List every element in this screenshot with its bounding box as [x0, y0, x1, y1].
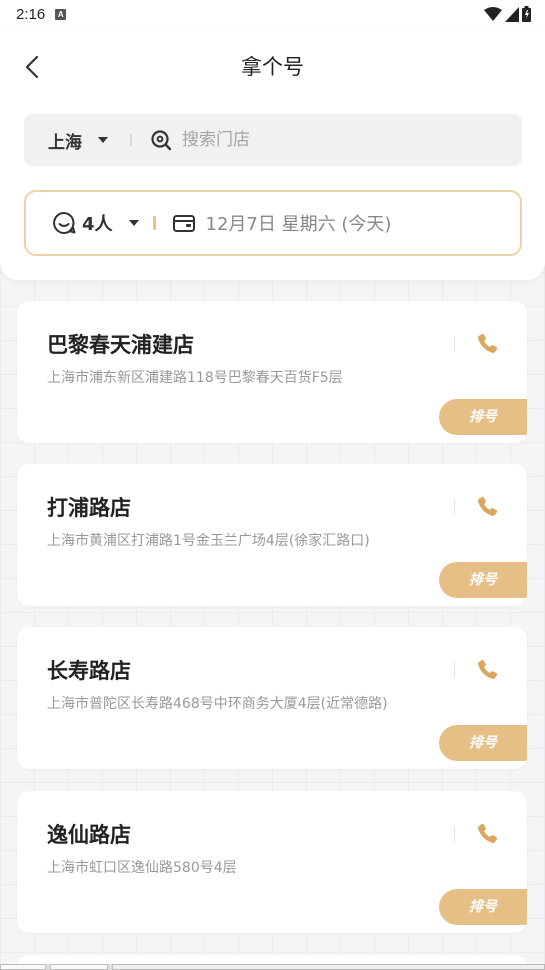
- page-title: 拿个号: [241, 55, 304, 79]
- store-name: 巴黎春天浦建店: [47, 333, 194, 357]
- store-card[interactable]: 巴黎春天浦建店 上海市浦东新区浦建路118号巴黎春天百货F5层 排号: [17, 301, 527, 443]
- status-time: 2:16: [16, 5, 46, 23]
- store-address: 上海市普陀区长寿路468号中环商务大厦4层(近常德路): [47, 696, 388, 712]
- search-divider: [130, 134, 132, 146]
- store-address: 上海市黄浦区打浦路1号金玉兰广场4层(徐家汇路口): [47, 533, 370, 549]
- card-divider: [454, 499, 455, 515]
- calendar-icon: [172, 215, 195, 232]
- filter-divider: [152, 216, 156, 230]
- store-address: 上海市浦东新区浦建路118号巴黎春天百货F5层: [47, 370, 343, 386]
- signal-icon: [505, 6, 519, 22]
- wifi-icon: [484, 6, 502, 21]
- notification-icon: A: [55, 8, 67, 20]
- header-card: 拿个号 上海 4人 12月7日 星期六 (今天): [0, 28, 545, 280]
- strip-segment: [50, 964, 108, 970]
- queue-button[interactable]: 排号: [439, 725, 527, 761]
- city-selector[interactable]: 上海: [48, 128, 82, 153]
- store-address: 上海市虹口区逸仙路580号4层: [47, 860, 237, 876]
- store-card[interactable]: 长寿路店 上海市普陀区长寿路468号中环商务大厦4层(近常德路) 排号: [17, 627, 527, 769]
- strip-segment: [0, 964, 46, 970]
- phone-icon[interactable]: [475, 332, 499, 356]
- phone-icon[interactable]: [475, 822, 499, 846]
- battery-icon: [522, 6, 531, 22]
- store-name: 打浦路店: [47, 496, 131, 520]
- card-divider: [454, 336, 455, 352]
- queue-button[interactable]: 排号: [439, 399, 527, 435]
- queue-button[interactable]: 排号: [439, 562, 527, 598]
- queue-button[interactable]: 排号: [439, 889, 527, 925]
- strip-segment: [112, 964, 545, 970]
- store-name: 长寿路店: [47, 659, 131, 683]
- phone-icon[interactable]: [475, 658, 499, 682]
- people-dropdown-icon[interactable]: [128, 220, 139, 226]
- status-icons: [484, 6, 531, 22]
- search-bar: 上海: [24, 114, 522, 166]
- bottom-strip: [0, 964, 545, 970]
- card-divider: [454, 662, 455, 678]
- phone-icon[interactable]: [475, 495, 499, 519]
- search-icon: [151, 130, 172, 151]
- status-bar: 2:16 A: [0, 0, 545, 28]
- store-name: 逸仙路店: [47, 823, 131, 847]
- store-card[interactable]: 打浦路店 上海市黄浦区打浦路1号金玉兰广场4层(徐家汇路口) 排号: [17, 464, 527, 606]
- card-divider: [454, 826, 455, 842]
- search-input[interactable]: [182, 130, 462, 150]
- people-count[interactable]: 4人: [82, 210, 113, 236]
- date-selector[interactable]: 12月7日 星期六 (今天): [206, 210, 392, 236]
- chat-icon: [53, 212, 76, 234]
- store-card[interactable]: 逸仙路店 上海市虹口区逸仙路580号4层 排号: [17, 791, 527, 933]
- filter-bar: 4人 12月7日 星期六 (今天): [24, 190, 522, 256]
- city-dropdown-icon[interactable]: [98, 137, 108, 143]
